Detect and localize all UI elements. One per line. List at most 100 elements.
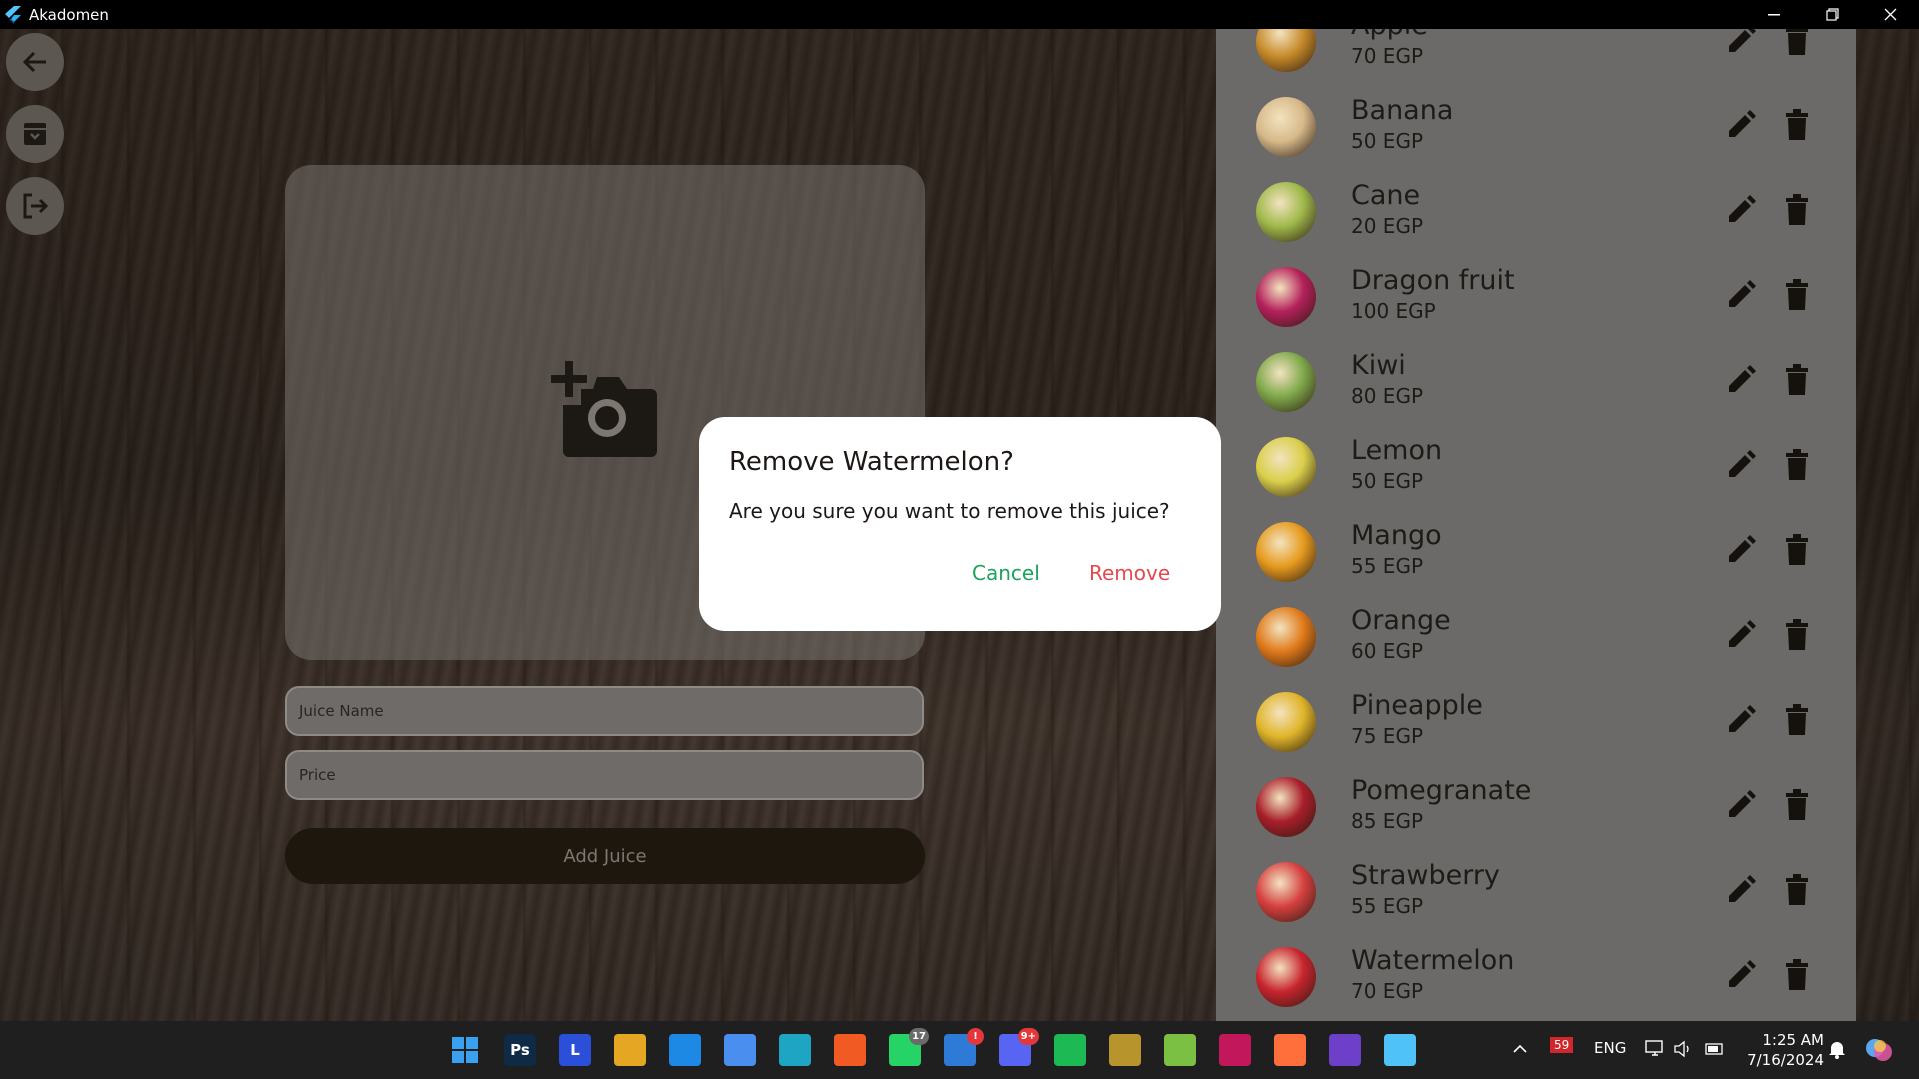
- price-placeholder: Price: [299, 766, 336, 784]
- juice-name: Mango: [1351, 520, 1442, 551]
- archive-button[interactable]: [6, 105, 64, 163]
- edit-icon[interactable]: [1725, 364, 1757, 396]
- whatsapp-icon[interactable]: 17: [889, 1028, 929, 1066]
- restore-button[interactable]: [1803, 0, 1861, 29]
- delete-icon[interactable]: [1784, 959, 1810, 991]
- juice-item: Strawberry 55 EGP: [1216, 848, 1856, 933]
- close-icon: [1884, 8, 1896, 21]
- edit-icon[interactable]: [1725, 29, 1757, 56]
- cancel-button[interactable]: Cancel: [972, 561, 1040, 585]
- archive-icon: [24, 123, 46, 145]
- juice-name: Banana: [1351, 95, 1454, 126]
- delete-icon[interactable]: [1784, 449, 1810, 481]
- juice-item: Dragon fruit 100 EGP: [1216, 253, 1856, 338]
- delete-icon[interactable]: [1784, 789, 1810, 821]
- edit-icon[interactable]: [1725, 789, 1757, 821]
- network-icon[interactable]: [1645, 1039, 1665, 1059]
- battery-icon[interactable]: [1704, 1039, 1726, 1059]
- juice-price: 50 EGP: [1351, 469, 1424, 493]
- copilot-icon[interactable]: [1864, 1035, 1894, 1065]
- edit-icon[interactable]: [1725, 874, 1757, 906]
- delete-icon[interactable]: [1784, 874, 1810, 906]
- app-green-icon[interactable]: [1164, 1034, 1196, 1066]
- start-icon[interactable]: [449, 1034, 481, 1066]
- microsoft-store-icon[interactable]: [614, 1034, 646, 1066]
- add-photo-icon: [551, 361, 657, 457]
- juice-price: 70 EGP: [1351, 979, 1424, 1003]
- delete-icon[interactable]: [1784, 534, 1810, 566]
- app-a-icon[interactable]: [724, 1034, 756, 1066]
- discord-icon[interactable]: 9+: [999, 1028, 1039, 1066]
- juice-price: 20 EGP: [1351, 214, 1424, 238]
- app-league-icon[interactable]: [1109, 1034, 1141, 1066]
- app-orange-icon[interactable]: [1274, 1034, 1306, 1066]
- flutter-app-icon: [5, 5, 21, 24]
- app-content: Juice Name Price Add Juice Apple 70 EGP Ba…: [0, 29, 1919, 1021]
- language-indicator[interactable]: ENG: [1594, 1039, 1626, 1057]
- minimize-button[interactable]: [1745, 0, 1803, 29]
- remove-button[interactable]: Remove: [1089, 561, 1170, 585]
- juice-thumbnail: [1256, 947, 1316, 1007]
- tray-overflow-button[interactable]: [1513, 1039, 1527, 1057]
- app-l-icon[interactable]: L: [559, 1034, 591, 1066]
- edit-icon[interactable]: [1725, 194, 1757, 226]
- edge-icon[interactable]: [779, 1034, 811, 1066]
- edit-icon[interactable]: [1725, 449, 1757, 481]
- juice-price: 70 EGP: [1351, 44, 1424, 68]
- edit-icon[interactable]: [1725, 959, 1757, 991]
- juice-item: Pomegranate 85 EGP: [1216, 763, 1856, 848]
- juice-item: Lemon 50 EGP: [1216, 423, 1856, 508]
- logout-icon: [23, 193, 49, 219]
- chevron-up-icon: [1513, 1044, 1527, 1053]
- delete-icon[interactable]: [1784, 279, 1810, 311]
- notifications-icon[interactable]: [1826, 1038, 1848, 1060]
- juice-item: Apple 70 EGP: [1216, 29, 1856, 83]
- edit-icon[interactable]: [1725, 619, 1757, 651]
- delete-icon[interactable]: [1784, 29, 1810, 56]
- app-red-icon[interactable]: [1219, 1034, 1251, 1066]
- edit-icon[interactable]: [1725, 279, 1757, 311]
- edit-icon[interactable]: [1725, 109, 1757, 141]
- flutter-icon[interactable]: [1384, 1034, 1416, 1066]
- tray-badge[interactable]: 59: [1550, 1037, 1574, 1053]
- delete-icon[interactable]: [1784, 704, 1810, 736]
- juice-thumbnail: [1256, 607, 1316, 667]
- spotify-icon[interactable]: [1054, 1034, 1086, 1066]
- juice-name-input[interactable]: Juice Name: [285, 686, 924, 736]
- juice-item: Kiwi 80 EGP: [1216, 338, 1856, 423]
- add-juice-button[interactable]: Add Juice: [285, 828, 925, 884]
- dialog-message: Are you sure you want to remove this jui…: [729, 499, 1170, 523]
- edit-icon[interactable]: [1725, 534, 1757, 566]
- delete-icon[interactable]: [1784, 619, 1810, 651]
- back-button[interactable]: [6, 33, 64, 91]
- price-input[interactable]: Price: [285, 750, 924, 800]
- title-bar: Akadomen: [0, 0, 1919, 29]
- delete-icon[interactable]: [1784, 364, 1810, 396]
- juice-item: Watermelon 70 EGP: [1216, 933, 1856, 1018]
- window-title: Akadomen: [29, 5, 109, 24]
- taskbar: Ps L 17! 9+ 59 ENG 1:25 AM 7/16/2024: [0, 1021, 1919, 1079]
- edit-icon[interactable]: [1725, 704, 1757, 736]
- clock-time: 1:25 AM: [1762, 1031, 1824, 1049]
- logout-button[interactable]: [6, 177, 64, 235]
- brave-icon[interactable]: [834, 1034, 866, 1066]
- photoshop-icon[interactable]: Ps: [504, 1034, 536, 1066]
- juice-name: Pineapple: [1351, 690, 1483, 721]
- delete-icon[interactable]: [1784, 109, 1810, 141]
- close-button[interactable]: [1861, 0, 1919, 29]
- juice-thumbnail: [1256, 522, 1316, 582]
- juice-thumbnail: [1256, 777, 1316, 837]
- juice-price: 85 EGP: [1351, 809, 1424, 833]
- office-icon[interactable]: !: [944, 1028, 984, 1066]
- clock-date: 7/16/2024: [1747, 1051, 1824, 1069]
- taskbar-badge: !: [967, 1028, 984, 1045]
- dialog-title: Remove Watermelon?: [729, 447, 1014, 477]
- volume-icon[interactable]: [1673, 1039, 1693, 1059]
- delete-icon[interactable]: [1784, 194, 1810, 226]
- juice-list: Apple 70 EGP Banana 50 EGP Cane 20 EGP Dragon …: [1216, 29, 1856, 1021]
- clock[interactable]: 1:25 AM 7/16/2024: [1744, 1030, 1824, 1070]
- juice-name: Dragon fruit: [1351, 265, 1515, 296]
- juice-price: 55 EGP: [1351, 894, 1424, 918]
- vscode-icon[interactable]: [669, 1034, 701, 1066]
- github-icon[interactable]: [1329, 1034, 1361, 1066]
